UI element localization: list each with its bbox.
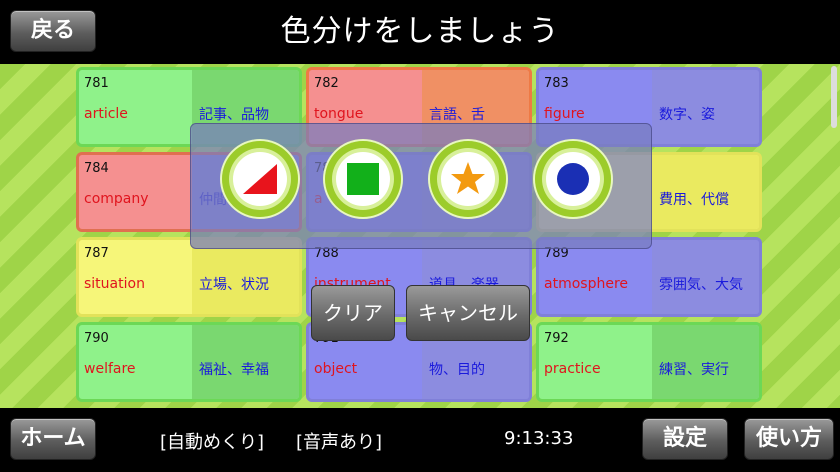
card-japanese-meaning: 言語、舌 (429, 107, 485, 123)
cancel-button[interactable]: キャンセル (406, 285, 530, 341)
audio-status: [音声あり] (296, 432, 383, 453)
card-english-word: practice (544, 361, 601, 377)
card-english-word: figure (544, 106, 585, 122)
card-number: 783 (544, 76, 569, 91)
card-number: 784 (84, 161, 109, 176)
card-number: 781 (84, 76, 109, 91)
clear-button[interactable]: クリア (311, 285, 395, 341)
word-card[interactable]: 790 welfare 福祉、幸福 (76, 322, 302, 402)
card-english-word: object (314, 361, 358, 377)
card-japanese-meaning: 物、目的 (429, 362, 485, 378)
card-number: 782 (314, 76, 339, 91)
square-icon (347, 163, 379, 195)
card-english-word: article (84, 106, 128, 122)
card-japanese-meaning: 福祉、幸福 (199, 362, 269, 378)
card-japanese-meaning: 立場、状況 (199, 277, 269, 293)
card-english-word: company (84, 191, 149, 207)
card-japanese-meaning: 数字、姿 (659, 107, 715, 123)
card-japanese-meaning: 費用、代償 (659, 192, 729, 208)
card-japanese-meaning: 記事、品物 (199, 107, 269, 123)
square-mark-button[interactable] (325, 141, 401, 217)
word-card[interactable]: 792 practice 練習、実行 (536, 322, 762, 402)
card-english-word: situation (84, 276, 145, 292)
card-english-word: atmosphere (544, 276, 628, 292)
word-card[interactable]: 789 atmosphere 雰囲気、大気 (536, 237, 762, 317)
auto-flip-status: [自動めくり] (160, 432, 265, 453)
circle-mark-button[interactable] (535, 141, 611, 217)
card-number: 790 (84, 331, 109, 346)
triangle-mark-button[interactable] (222, 141, 298, 217)
page-title: 色分けをしましょう (280, 14, 560, 49)
clock: 9:13:33 (504, 428, 574, 449)
settings-button[interactable]: 設定 (642, 418, 728, 460)
howto-button[interactable]: 使い方 (744, 418, 834, 460)
card-japanese-meaning: 練習、実行 (659, 362, 729, 378)
scrollbar[interactable] (831, 66, 837, 128)
star-mark-button[interactable] (430, 141, 506, 217)
top-bar: 戻る 色分けをしましょう (0, 0, 840, 64)
word-card[interactable]: 787 situation 立場、状況 (76, 237, 302, 317)
card-english-word: tongue (314, 106, 364, 122)
triangle-icon (243, 164, 277, 194)
card-number: 787 (84, 246, 109, 261)
card-japanese-meaning: 雰囲気、大気 (659, 277, 743, 293)
star-icon (451, 162, 485, 194)
card-number: 792 (544, 331, 569, 346)
home-button[interactable]: ホーム (10, 418, 96, 460)
card-english-word: welfare (84, 361, 136, 377)
circle-icon (557, 163, 589, 195)
